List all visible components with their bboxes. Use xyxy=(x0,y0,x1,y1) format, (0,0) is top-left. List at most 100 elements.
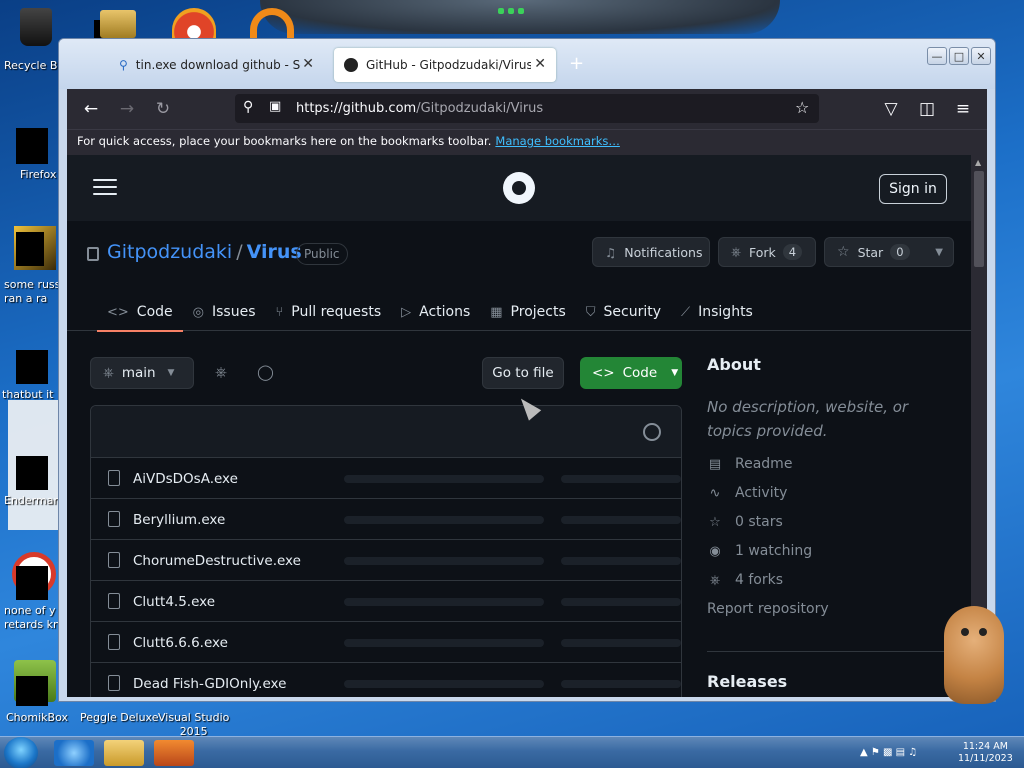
report-repository-link[interactable]: Report repository xyxy=(707,601,829,617)
file-row[interactable]: AiVDsDOsA.exe xyxy=(91,458,681,499)
repo-name-link[interactable]: Virus xyxy=(247,241,302,263)
file-name[interactable]: AiVDsDOsA.exe xyxy=(133,471,238,487)
tab-security[interactable]: ⛉ Security xyxy=(576,293,671,331)
github-logo-icon[interactable] xyxy=(503,172,535,204)
file-row[interactable]: Beryllium.exe xyxy=(91,499,681,540)
branch-selector[interactable]: ⎈ main ▼ xyxy=(90,357,194,389)
taskbar: ▲ ⚑ ▩ ▤ ♫ 11:24 AM 11/11/2023 xyxy=(0,736,1024,768)
new-tab-icon[interactable]: + xyxy=(569,53,584,74)
tab-actions[interactable]: ▷ Actions xyxy=(391,293,480,331)
stars-link[interactable]: ☆ 0 stars xyxy=(707,514,783,530)
fork-icon: ⎈ xyxy=(731,244,742,259)
system-tray-icons[interactable]: ▲ ⚑ ▩ ▤ ♫ xyxy=(860,747,917,758)
app-icon[interactable] xyxy=(172,8,216,38)
firefox-icon[interactable] xyxy=(16,128,48,164)
menu-icon[interactable]: ≡ xyxy=(953,99,973,119)
recycle-bin-icon[interactable] xyxy=(14,6,58,48)
file-icon xyxy=(108,470,120,486)
file-row[interactable]: Clutt4.5.exe xyxy=(91,581,681,622)
about-item-label: 1 watching xyxy=(735,543,813,559)
scroll-up-icon[interactable]: ▲ xyxy=(975,158,981,167)
media-player-icon[interactable] xyxy=(154,740,194,766)
file-explorer-icon[interactable] xyxy=(104,740,144,766)
clock[interactable]: 11:24 AM 11/11/2023 xyxy=(958,741,1013,765)
shield-icon[interactable]: ⚲ xyxy=(243,99,253,115)
file-name[interactable]: Dead Fish-GDIOnly.exe xyxy=(133,676,286,692)
tab-issues[interactable]: ◎ Issues xyxy=(183,293,266,331)
sign-in-button[interactable]: Sign in xyxy=(879,174,947,204)
tab-projects[interactable]: ▦ Projects xyxy=(480,293,576,331)
tab-insights[interactable]: ⟋ Insights xyxy=(671,293,763,331)
code-icon: <> xyxy=(107,304,129,320)
activity-link[interactable]: ∿ Activity xyxy=(707,485,788,501)
minimize-icon[interactable]: — xyxy=(927,47,947,65)
maximize-icon[interactable]: □ xyxy=(949,47,969,65)
loading-placeholder xyxy=(344,680,544,688)
projects-icon: ▦ xyxy=(490,304,503,320)
loading-placeholder xyxy=(561,639,681,647)
url-host: https://github.com xyxy=(296,101,417,116)
about-item-label: 0 stars xyxy=(735,514,783,530)
tag-icon[interactable]: ◯ xyxy=(257,363,274,381)
issues-icon: ◎ xyxy=(192,304,204,320)
start-button[interactable] xyxy=(4,737,38,768)
file-list-header xyxy=(91,406,681,458)
about-item-label: Activity xyxy=(735,485,788,501)
url-bar[interactable]: ⚲ ▣ https://github.com/Gitpodzudaki/Viru… xyxy=(235,94,819,123)
code-dropdown-button[interactable]: <> Code ▼ xyxy=(580,357,682,389)
fork-icon: ⎈ xyxy=(709,572,721,588)
search-icon: ⚲ xyxy=(119,58,128,72)
folder-icon[interactable] xyxy=(100,10,136,38)
file-name[interactable]: Clutt6.6.6.exe xyxy=(133,635,228,651)
tab-code[interactable]: <> Code xyxy=(97,293,183,332)
hamster-desktop-pet[interactable] xyxy=(944,606,1004,704)
github-page: Sign in Gitpodzudaki / Virus Public ♫ Noti… xyxy=(67,155,971,697)
readme-link[interactable]: ▤ Readme xyxy=(707,456,793,472)
file-name[interactable]: Clutt4.5.exe xyxy=(133,594,215,610)
notifications-button[interactable]: ♫ Notifications xyxy=(592,237,710,267)
tab-title: GitHub - Gitpodzudaki/Virus xyxy=(366,58,531,72)
tab-label: Insights xyxy=(698,304,753,320)
file-row[interactable]: ChorumeDestructive.exe xyxy=(91,540,681,581)
loading-placeholder xyxy=(561,557,681,565)
about-title: About xyxy=(707,355,761,374)
tab-pull-requests[interactable]: ⑂ Pull requests xyxy=(265,293,391,331)
pocket-icon[interactable]: ▽ xyxy=(881,99,901,119)
forks-link[interactable]: ⎈ 4 forks xyxy=(707,572,783,588)
close-tab-icon[interactable]: ✕ xyxy=(302,56,314,72)
file-icon xyxy=(108,634,120,650)
extensions-icon[interactable]: ◫ xyxy=(917,99,937,119)
file-row[interactable]: Dead Fish-GDIOnly.exe xyxy=(91,663,681,697)
tab-github[interactable]: GitHub - Gitpodzudaki/Virus ✕ xyxy=(334,48,556,82)
lock-icon[interactable]: ▣ xyxy=(269,99,281,114)
shield-icon: ⛉ xyxy=(585,304,596,320)
bookmark-star-icon[interactable]: ☆ xyxy=(795,98,809,117)
scrollbar-thumb[interactable] xyxy=(974,171,984,267)
file-row[interactable]: Clutt6.6.6.exe xyxy=(91,622,681,663)
branches-icon[interactable]: ⎈ xyxy=(215,363,227,381)
releases-heading: Releases xyxy=(707,651,957,691)
repo-separator: / xyxy=(236,241,243,263)
back-icon[interactable]: ← xyxy=(81,99,101,119)
close-tab-icon[interactable]: ✕ xyxy=(534,56,546,72)
tab-label: Pull requests xyxy=(291,304,382,320)
forward-icon[interactable]: → xyxy=(117,99,137,119)
tab-search[interactable]: ⚲ tin.exe download github - Search ✕ xyxy=(109,48,324,82)
manage-bookmarks-link[interactable]: Manage bookmarks… xyxy=(495,134,620,148)
file-icon xyxy=(108,675,120,691)
star-button[interactable]: ☆ Star 0 ▼ xyxy=(824,237,954,267)
file-name[interactable]: Beryllium.exe xyxy=(133,512,225,528)
fork-button[interactable]: ⎈ Fork 4 xyxy=(718,237,816,267)
visibility-badge: Public xyxy=(296,243,348,265)
history-icon[interactable] xyxy=(643,423,661,441)
go-to-file-button[interactable]: Go to file xyxy=(482,357,564,389)
reload-icon[interactable]: ↻ xyxy=(153,99,173,119)
internet-explorer-icon[interactable] xyxy=(54,740,94,766)
watchers-link[interactable]: ◉ 1 watching xyxy=(707,543,812,559)
desktop-label-file: some russ ran a ra xyxy=(4,278,61,305)
hamburger-icon[interactable] xyxy=(93,179,117,195)
file-name[interactable]: ChorumeDestructive.exe xyxy=(133,553,301,569)
repo-owner-link[interactable]: Gitpodzudaki xyxy=(107,241,232,263)
close-window-icon[interactable]: ✕ xyxy=(971,47,991,65)
chevron-down-icon[interactable]: ▼ xyxy=(935,247,943,258)
